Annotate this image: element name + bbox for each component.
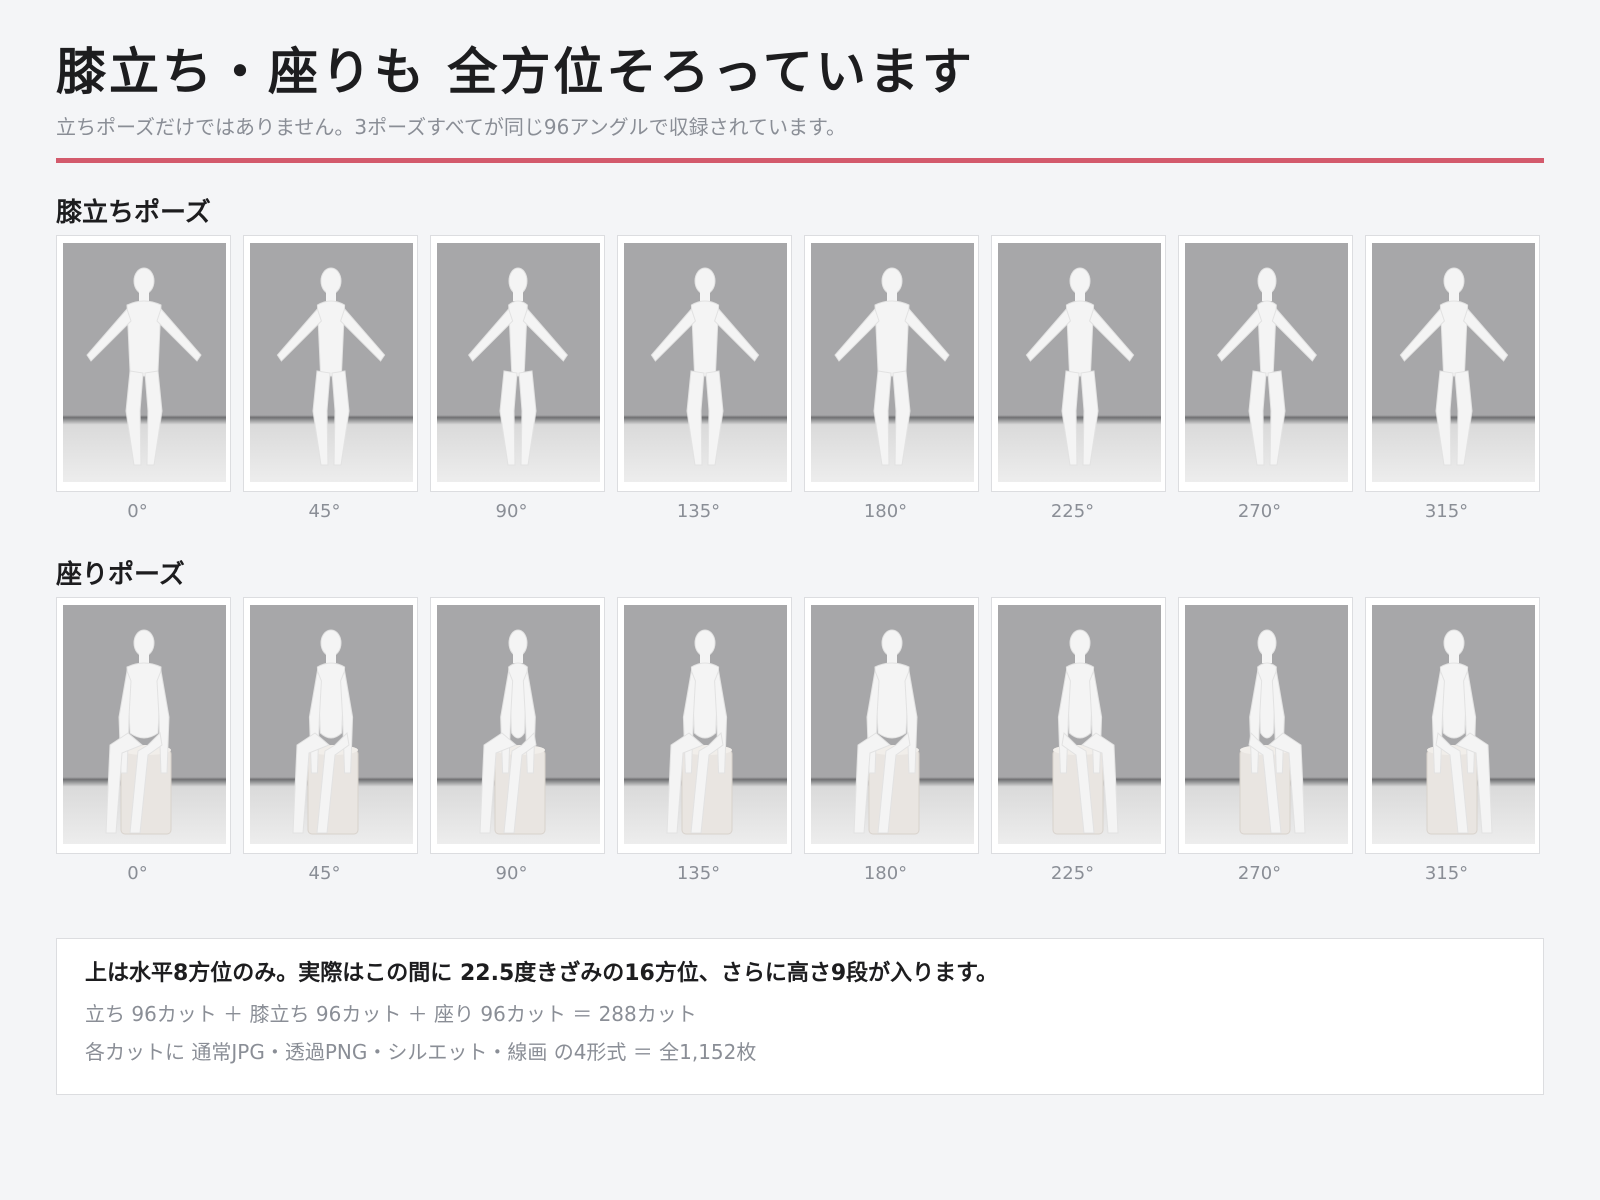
page-title: 膝立ち・座りも 全方位そろっています: [56, 43, 975, 101]
angle-label: 225°: [1050, 863, 1095, 884]
kneeling-angle-card: 180°: [804, 235, 979, 523]
thumbnail-frame: [243, 235, 418, 492]
info-note-box: 上は水平8方位のみ。実際はこの間に 22.5度きざみの16方位、さらに高さ9段が…: [56, 938, 1544, 1095]
thumbnail-frame: [804, 235, 979, 492]
thumbnail-frame: [243, 597, 418, 854]
kneeling-mannequin-image: [250, 243, 413, 482]
sitting-section: 座りポーズ 0° 45° 90° 135° 180° 225° 270° 315°: [56, 559, 1544, 885]
thumbnail-frame: [991, 597, 1166, 854]
kneeling-mannequin-image: [624, 243, 787, 482]
sitting-mannequin-image: [437, 605, 600, 844]
sitting-mannequin-image: [624, 605, 787, 844]
angle-label: 90°: [495, 863, 528, 884]
kneeling-angle-card: 270°: [1178, 235, 1353, 523]
sitting-thumbnail-row: 0° 45° 90° 135° 180° 225° 270° 315°: [56, 597, 1544, 885]
kneeling-mannequin-image: [437, 243, 600, 482]
kneeling-mannequin-image: [1185, 243, 1348, 482]
angle-label: 270°: [1237, 863, 1282, 884]
thumbnail-frame: [430, 597, 605, 854]
kneeling-angle-card: 315°: [1365, 235, 1540, 523]
sitting-mannequin-image: [1185, 605, 1348, 844]
angle-label: 90°: [495, 501, 528, 522]
section-title-kneeling: 膝立ちポーズ: [56, 198, 211, 228]
page-subtitle: 立ちポーズだけではありません。3ポーズすべてが同じ96アングルで収録されています…: [56, 115, 846, 139]
thumbnail-frame: [1178, 597, 1353, 854]
thumbnail-frame: [1365, 235, 1540, 492]
kneeling-angle-card: 45°: [243, 235, 418, 523]
sitting-mannequin-image: [1372, 605, 1535, 844]
note-format-count: 各カットに 通常JPG・透過PNG・シルエット・線画 の4形式 ＝ 全1,152…: [85, 1040, 757, 1064]
sitting-angle-card: 135°: [617, 597, 792, 885]
kneeling-angle-card: 90°: [430, 235, 605, 523]
thumbnail-frame: [804, 597, 979, 854]
angle-label: 45°: [308, 501, 341, 522]
kneeling-angle-card: 0°: [56, 235, 231, 523]
kneeling-mannequin-image: [811, 243, 974, 482]
thumbnail-frame: [430, 235, 605, 492]
angle-label: 315°: [1424, 501, 1469, 522]
angle-label: 0°: [127, 501, 148, 522]
kneeling-mannequin-image: [998, 243, 1161, 482]
angle-label: 45°: [308, 863, 341, 884]
accent-divider: [56, 158, 1544, 163]
thumbnail-frame: [991, 235, 1166, 492]
angle-label: 135°: [676, 863, 721, 884]
sitting-angle-card: 315°: [1365, 597, 1540, 885]
thumbnail-frame: [617, 235, 792, 492]
thumbnail-frame: [56, 235, 231, 492]
kneeling-angle-card: 135°: [617, 235, 792, 523]
sitting-angle-card: 225°: [991, 597, 1166, 885]
angle-label: 180°: [863, 863, 908, 884]
page: 膝立ち・座りも 全方位そろっています 立ちポーズだけではありません。3ポーズすべ…: [56, 40, 1544, 885]
thumbnail-frame: [1365, 597, 1540, 854]
kneeling-section: 膝立ちポーズ 0° 45° 90° 135° 180° 225° 270° 315°: [56, 197, 1544, 523]
angle-label: 180°: [863, 501, 908, 522]
thumbnail-frame: [617, 597, 792, 854]
sitting-mannequin-image: [998, 605, 1161, 844]
note-cut-count: 立ち 96カット ＋ 膝立ち 96カット ＋ 座り 96カット ＝ 288カット: [85, 1002, 697, 1026]
angle-label: 135°: [676, 501, 721, 522]
thumbnail-frame: [1178, 235, 1353, 492]
sitting-angle-card: 180°: [804, 597, 979, 885]
angle-label: 225°: [1050, 501, 1095, 522]
sitting-mannequin-image: [250, 605, 413, 844]
sitting-mannequin-image: [811, 605, 974, 844]
kneeling-thumbnail-row: 0° 45° 90° 135° 180° 225° 270° 315°: [56, 235, 1544, 523]
kneeling-mannequin-image: [63, 243, 226, 482]
angle-label: 0°: [127, 863, 148, 884]
sitting-angle-card: 270°: [1178, 597, 1353, 885]
angle-label: 270°: [1237, 501, 1282, 522]
section-title-sitting: 座りポーズ: [56, 560, 185, 590]
angle-label: 315°: [1424, 863, 1469, 884]
kneeling-mannequin-image: [1372, 243, 1535, 482]
note-headline: 上は水平8方位のみ。実際はこの間に 22.5度きざみの16方位、さらに高さ9段が…: [85, 961, 998, 986]
thumbnail-frame: [56, 597, 231, 854]
sitting-mannequin-image: [63, 605, 226, 844]
sitting-angle-card: 0°: [56, 597, 231, 885]
sitting-angle-card: 45°: [243, 597, 418, 885]
sitting-angle-card: 90°: [430, 597, 605, 885]
kneeling-angle-card: 225°: [991, 235, 1166, 523]
